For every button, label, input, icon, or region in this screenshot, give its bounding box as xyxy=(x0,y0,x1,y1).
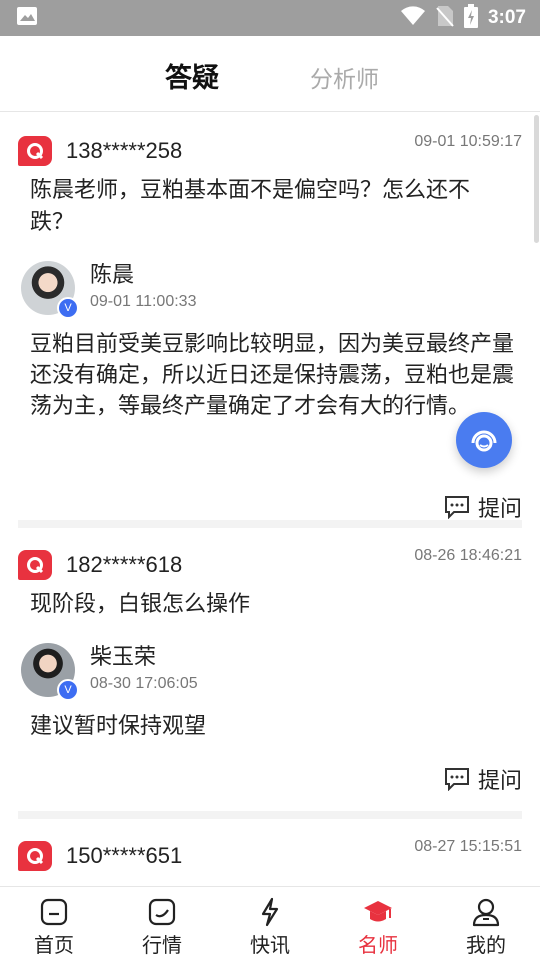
question-time: 08-26 18:46:21 xyxy=(414,547,522,564)
ask-label: 提问 xyxy=(477,769,522,794)
question-time: 09-01 10:59:17 xyxy=(414,133,522,150)
nav-flash-news[interactable]: 快讯 xyxy=(216,887,324,960)
image-notification-icon xyxy=(16,6,38,30)
nav-teachers[interactable]: 名师 xyxy=(324,887,432,960)
top-tab-bar: 答疑 分析师 xyxy=(0,36,540,112)
question-time: 08-27 15:15:51 xyxy=(414,838,522,855)
card-divider xyxy=(18,811,522,819)
nav-market-label: 行情 xyxy=(142,933,182,957)
nav-profile[interactable]: 我的 xyxy=(432,887,540,960)
chart-icon xyxy=(148,898,176,926)
question-header: 150*****651 08-27 15:15:51 xyxy=(18,838,522,874)
verified-badge-icon: V xyxy=(57,297,79,319)
scrollbar[interactable] xyxy=(534,115,539,243)
nav-profile-label: 我的 xyxy=(466,933,506,957)
asker-id: 182*****618 xyxy=(66,552,183,577)
answer-text: 建议暂时保持观望 xyxy=(30,714,207,739)
qa-card: 150*****651 08-27 15:15:51 xyxy=(18,838,522,874)
analyst-header: V 柴玉荣 08-30 17:06:05 xyxy=(18,643,522,701)
qa-list[interactable]: 138*****258 09-01 10:59:17 陈晨老师，豆粕基本面不是偏… xyxy=(0,113,540,886)
analyst-header: V 陈晨 09-01 11:00:33 xyxy=(18,261,522,319)
answer-time: 08-30 17:06:05 xyxy=(90,675,198,692)
ask-label: 提问 xyxy=(477,497,522,522)
analyst-name[interactable]: 柴玉荣 xyxy=(90,643,198,673)
ask-button[interactable]: 提问 xyxy=(444,491,522,523)
lightning-icon xyxy=(261,897,279,927)
qa-card: 138*****258 09-01 10:59:17 陈晨老师，豆粕基本面不是偏… xyxy=(18,133,522,522)
answer-time: 09-01 11:00:33 xyxy=(90,293,197,310)
question-icon xyxy=(18,136,52,166)
headset-icon xyxy=(471,430,497,452)
graduation-cap-icon xyxy=(364,901,392,922)
chat-bubble-icon xyxy=(444,496,469,519)
ask-button[interactable]: 提问 xyxy=(444,763,522,795)
question-header: 138*****258 09-01 10:59:17 xyxy=(18,133,522,169)
question-icon xyxy=(18,841,52,871)
nav-home-label: 首页 xyxy=(34,933,74,957)
customer-service-button[interactable] xyxy=(456,412,512,468)
qa-card: 182*****618 08-26 18:46:21 现阶段，白银怎么操作 V … xyxy=(18,547,522,794)
tab-qa[interactable]: 答疑 xyxy=(165,56,219,95)
status-bar: 3:07 xyxy=(0,0,540,36)
battery-charging-icon xyxy=(463,4,478,32)
wifi-icon xyxy=(400,6,426,30)
card-divider xyxy=(18,520,522,528)
analyst-name[interactable]: 陈晨 xyxy=(90,261,196,291)
nav-home[interactable]: 首页 xyxy=(0,887,108,960)
question-text: 现阶段，白银怎么操作 xyxy=(30,592,251,617)
tab-analysts[interactable]: 分析师 xyxy=(310,60,379,94)
nav-flash-news-label: 快讯 xyxy=(250,933,290,957)
question-text: 陈晨老师，豆粕基本面不是偏空吗？怎么还不跌？ xyxy=(30,178,471,235)
nav-teachers-label: 名师 xyxy=(358,933,398,957)
asker-id: 138*****258 xyxy=(66,138,183,163)
status-time: 3:07 xyxy=(487,7,526,28)
no-sim-icon xyxy=(436,5,454,31)
user-icon xyxy=(472,898,500,927)
asker-id: 150*****651 xyxy=(66,843,183,868)
home-icon xyxy=(40,898,68,926)
bottom-nav: 首页 行情 快讯 名师 我的 xyxy=(0,886,540,960)
question-icon xyxy=(18,550,52,580)
nav-market[interactable]: 行情 xyxy=(108,887,216,960)
chat-bubble-icon xyxy=(444,768,469,791)
question-header: 182*****618 08-26 18:46:21 xyxy=(18,547,522,583)
verified-badge-icon: V xyxy=(57,679,79,701)
answer-text: 豆粕目前受美豆影响比较明显，因为美豆最终产量还没有确定，所以近日还是保持震荡，豆… xyxy=(30,332,515,419)
